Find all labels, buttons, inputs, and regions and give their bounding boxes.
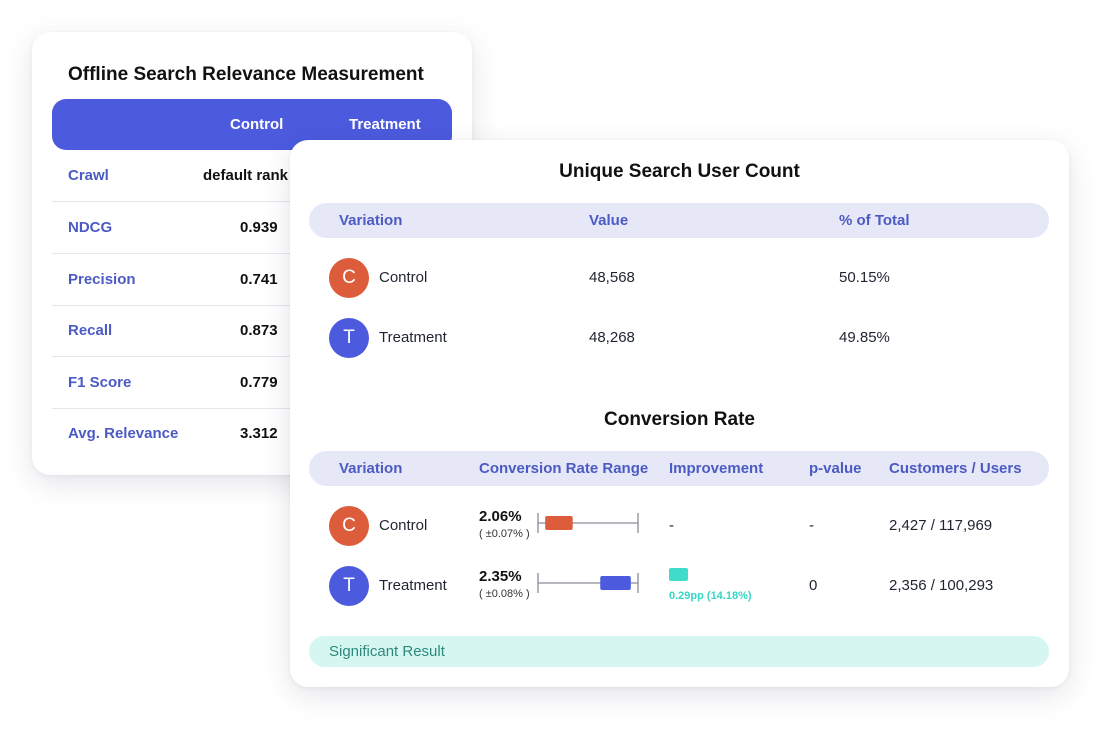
rate-range-plot xyxy=(537,513,639,533)
experiment-results-card: Unique Search User Count Variation Value… xyxy=(290,140,1069,687)
range-interval-box xyxy=(600,576,631,590)
metric-control-value: default rank xyxy=(203,167,289,184)
unique-users-row-control: C Control 48,568 50.15% xyxy=(309,254,1049,302)
percent-of-total: 49.85% xyxy=(839,329,890,346)
header-p-value: p-value xyxy=(809,460,862,477)
unique-users-row-treatment: T Treatment 48,268 49.85% xyxy=(309,314,1049,362)
user-count: 48,568 xyxy=(589,269,635,286)
p-value: - xyxy=(809,517,814,534)
conversion-rate: 2.06% xyxy=(479,508,522,525)
metric-label: Avg. Relevance xyxy=(68,425,179,442)
confidence-interval: ( ±0.08% ) xyxy=(479,588,530,600)
conversion-header: Variation Conversion Rate Range Improvem… xyxy=(309,451,1049,486)
metric-control-value: 0.741 xyxy=(240,271,278,288)
improvement-detail: 0.29pp (14.18%) xyxy=(669,590,752,602)
significant-result-banner: Significant Result xyxy=(309,636,1049,667)
improvement-value: - xyxy=(669,517,674,534)
avatar: C xyxy=(329,258,369,298)
p-value: 0 xyxy=(809,577,818,594)
header-rate-range: Conversion Rate Range xyxy=(479,460,649,477)
conversion-row-treatment: T Treatment 2.35% ( ±0.08% ) 0.29pp (14.… xyxy=(309,562,1049,610)
avatar: C xyxy=(329,506,369,546)
conversion-row-control: C Control 2.06% ( ±0.07% ) - - 2,427 / 1… xyxy=(309,502,1049,550)
header-percent-total: % of Total xyxy=(839,212,910,229)
column-control: Control xyxy=(230,116,284,133)
header-customers-users: Customers / Users xyxy=(889,460,1022,477)
metric-label: Crawl xyxy=(68,167,109,184)
metric-control-value: 3.312 xyxy=(240,425,278,442)
metric-control-value: 0.873 xyxy=(240,322,278,339)
metric-label: NDCG xyxy=(68,219,113,236)
rate-range-plot xyxy=(537,573,639,593)
percent-of-total: 50.15% xyxy=(839,269,890,286)
conversion-rate: 2.35% xyxy=(479,568,522,585)
variation-name: Treatment xyxy=(379,577,447,594)
header-improvement: Improvement xyxy=(669,460,764,477)
significance-label: Significant Result xyxy=(329,643,445,660)
avatar: T xyxy=(329,318,369,358)
unique-users-header: Variation Value % of Total xyxy=(309,203,1049,238)
variation-name: Control xyxy=(379,517,428,534)
variation-name: Treatment xyxy=(379,329,447,346)
header-variation: Variation xyxy=(339,212,403,229)
range-interval-box xyxy=(545,516,573,530)
customers-users: 2,356 / 100,293 xyxy=(889,577,994,594)
header-variation: Variation xyxy=(339,460,403,477)
column-treatment: Treatment xyxy=(349,116,421,133)
avatar: T xyxy=(329,566,369,606)
conversion-rate-title: Conversion Rate xyxy=(604,409,755,430)
header-value: Value xyxy=(589,212,629,229)
metric-label: F1 Score xyxy=(68,374,132,391)
variation-name: Control xyxy=(379,269,428,286)
customers-users: 2,427 / 117,969 xyxy=(889,517,993,534)
improvement-bar xyxy=(669,568,688,581)
metric-control-value: 0.939 xyxy=(240,219,278,236)
user-count: 48,268 xyxy=(589,329,635,346)
unique-users-title: Unique Search User Count xyxy=(559,161,800,182)
confidence-interval: ( ±0.07% ) xyxy=(479,528,530,540)
metric-label: Precision xyxy=(68,271,136,288)
metric-label: Recall xyxy=(68,322,113,339)
offline-card-title: Offline Search Relevance Measurement xyxy=(68,64,424,85)
metric-control-value: 0.779 xyxy=(240,374,278,391)
